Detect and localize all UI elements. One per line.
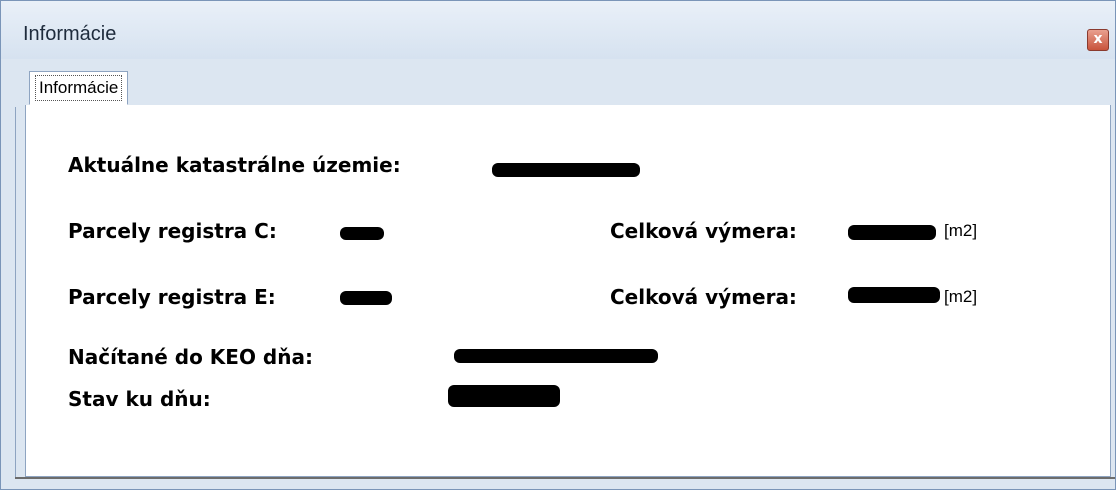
stav-label: Stav ku dňu: bbox=[68, 387, 211, 411]
title-bar[interactable]: Informácie x bbox=[1, 1, 1115, 59]
nacitane-value-redacted bbox=[454, 349, 658, 363]
vymera-c-label: Celková výmera: bbox=[610, 219, 797, 243]
parcely-c-value-redacted bbox=[340, 227, 384, 240]
close-button[interactable]: x bbox=[1087, 29, 1109, 51]
parcely-e-label: Parcely registra E: bbox=[68, 285, 276, 309]
vymera-c-unit: [m2] bbox=[944, 221, 978, 240]
parcely-c-label: Parcely registra C: bbox=[68, 219, 277, 243]
close-icon: x bbox=[1093, 31, 1103, 47]
katastralne-uzemie-label: Aktuálne katastrálne územie: bbox=[68, 153, 401, 177]
vymera-e-unit: [m2] bbox=[944, 287, 978, 306]
vymera-c-value-redacted bbox=[848, 225, 936, 240]
nacitane-label: Načítané do KEO dňa: bbox=[68, 345, 313, 369]
vymera-e-value-redacted bbox=[848, 287, 940, 303]
frame-bottom-edge bbox=[15, 477, 1115, 479]
frame-left-edge bbox=[15, 107, 16, 477]
info-window: Informácie x Informácie Aktuálne katastr… bbox=[0, 0, 1116, 490]
tab-informacie[interactable]: Informácie bbox=[29, 71, 129, 105]
window-title: Informácie bbox=[23, 23, 117, 45]
tab-bar: Informácie bbox=[25, 67, 1111, 106]
info-panel: Aktuálne katastrálne územie: Parcely reg… bbox=[25, 105, 1111, 477]
vymera-e-label: Celková výmera: bbox=[610, 285, 797, 309]
parcely-e-value-redacted bbox=[340, 291, 392, 305]
tab-label: Informácie bbox=[34, 75, 123, 101]
katastralne-uzemie-value-redacted bbox=[492, 163, 640, 177]
stav-value-redacted bbox=[448, 385, 560, 407]
